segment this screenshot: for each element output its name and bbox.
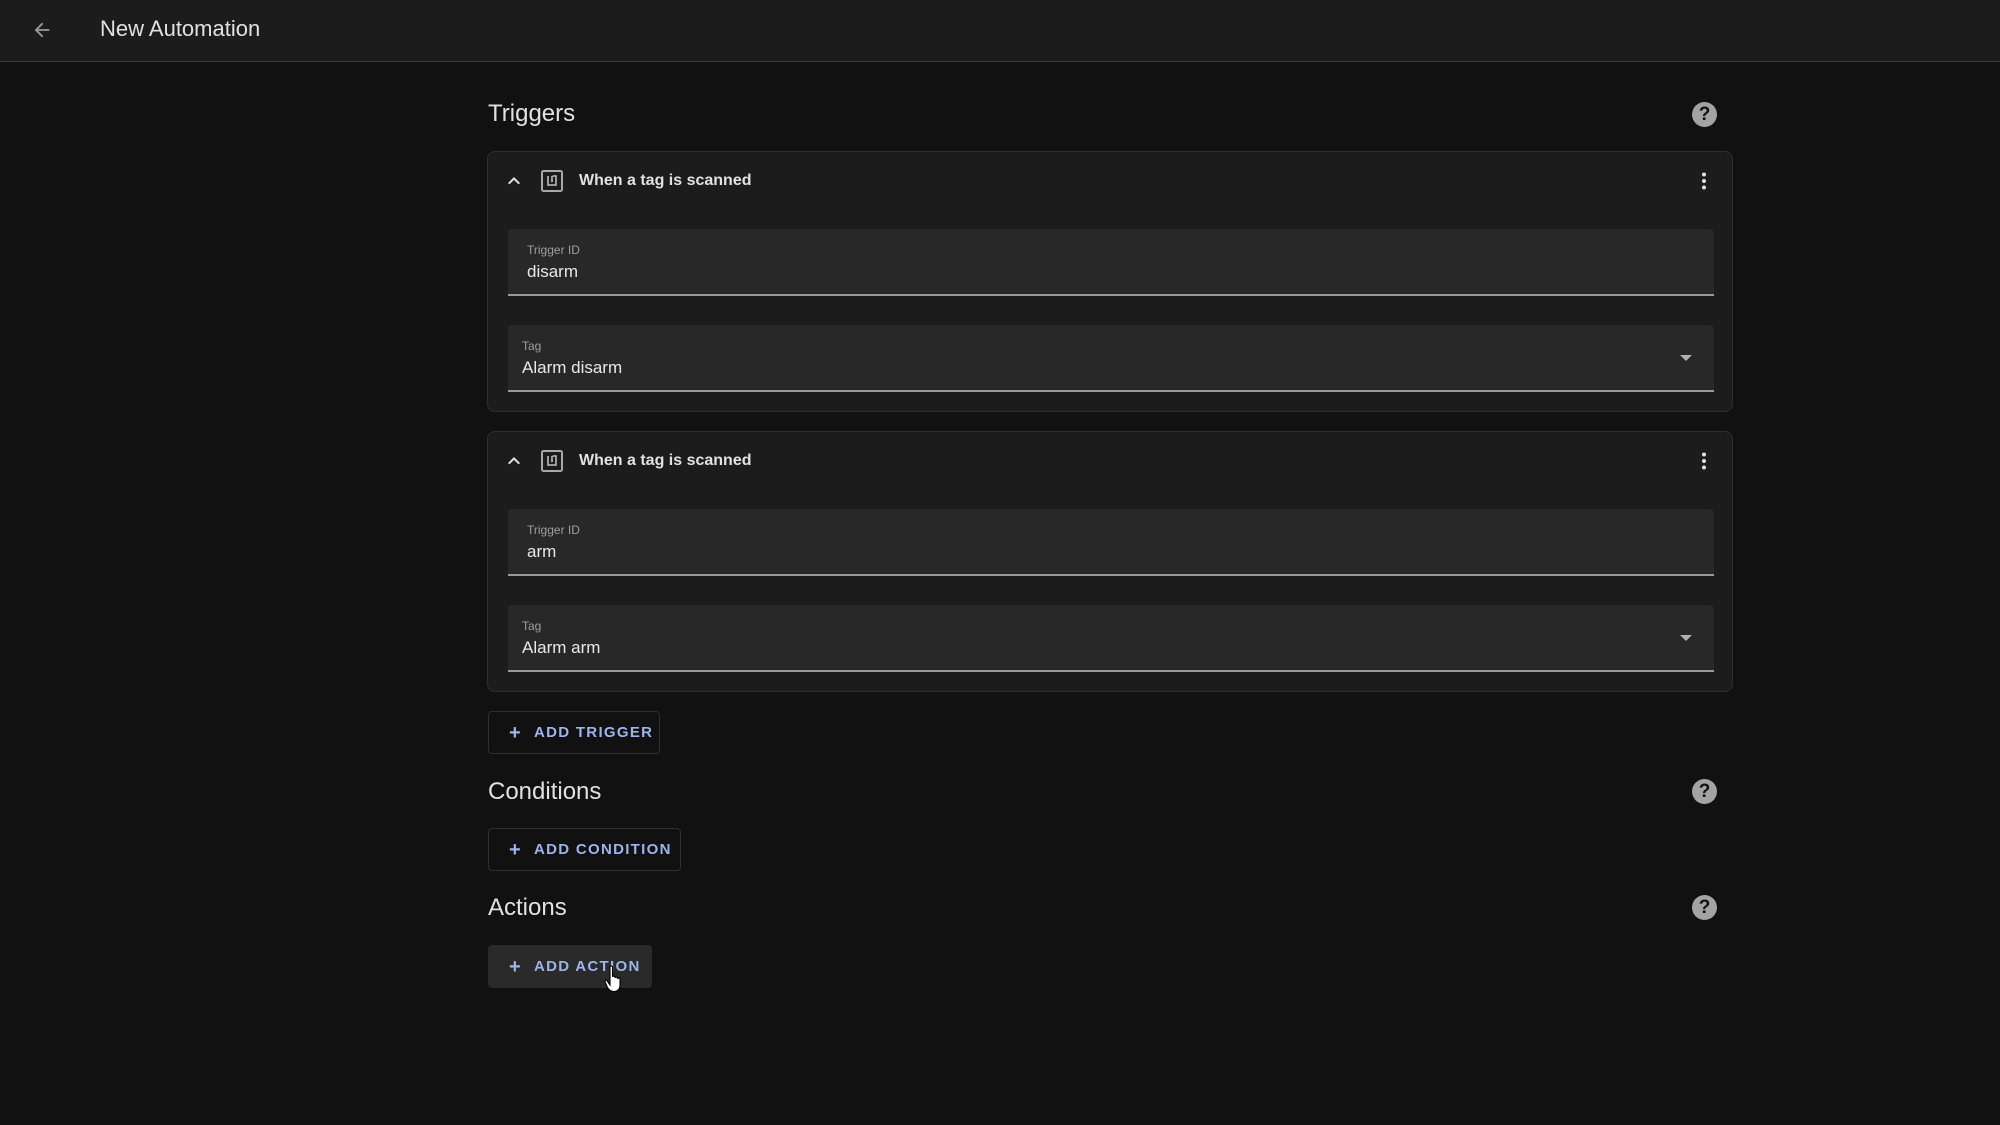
trigger-id-field[interactable]: Trigger ID disarm [508, 229, 1714, 296]
tag-select[interactable]: Tag Alarm disarm [508, 325, 1714, 392]
field-value[interactable]: Alarm arm [522, 638, 600, 658]
back-button[interactable] [22, 10, 62, 50]
section-title-conditions: Conditions [488, 778, 602, 805]
field-label: Tag [522, 619, 542, 633]
add-condition-button[interactable]: + ADD CONDITION [488, 828, 681, 871]
section-title-actions: Actions [488, 894, 567, 921]
dropdown-arrow-icon[interactable] [1680, 635, 1692, 641]
help-circle-icon[interactable]: ? [1692, 895, 1717, 920]
tag-select[interactable]: Tag Alarm arm [508, 605, 1714, 672]
button-label: ADD TRIGGER [533, 724, 654, 741]
trigger-title: When a tag is scanned [579, 172, 752, 189]
more-vertical-icon[interactable] [1692, 169, 1716, 193]
field-label: Tag [522, 339, 542, 353]
trigger-card: When a tag is scanned Trigger ID arm Tag… [487, 431, 1733, 692]
nfc-tag-icon [541, 170, 563, 192]
nfc-tag-icon [541, 450, 563, 472]
trigger-card-header[interactable]: When a tag is scanned [488, 432, 1732, 488]
dropdown-arrow-icon[interactable] [1680, 355, 1692, 361]
field-value[interactable]: arm [527, 542, 556, 562]
chevron-up-icon[interactable] [502, 449, 526, 473]
field-label: Trigger ID [527, 243, 580, 257]
trigger-card: When a tag is scanned Trigger ID disarm … [487, 151, 1733, 412]
arrow-left-icon [34, 22, 50, 38]
help-circle-icon[interactable]: ? [1692, 102, 1717, 127]
trigger-id-field[interactable]: Trigger ID arm [508, 509, 1714, 576]
field-value[interactable]: Alarm disarm [522, 358, 622, 378]
top-app-bar: New Automation [0, 0, 2000, 62]
field-value[interactable]: disarm [527, 262, 578, 282]
button-label: ADD CONDITION [533, 841, 672, 858]
add-action-button[interactable]: + ADD ACTION [488, 945, 652, 988]
trigger-title: When a tag is scanned [579, 452, 752, 469]
more-vertical-icon[interactable] [1692, 449, 1716, 473]
section-title-triggers: Triggers [488, 100, 576, 127]
field-label: Trigger ID [527, 523, 580, 537]
add-trigger-button[interactable]: + ADD TRIGGER [488, 711, 660, 754]
plus-icon: + [509, 838, 522, 861]
plus-icon: + [509, 955, 522, 978]
trigger-card-header[interactable]: When a tag is scanned [488, 152, 1732, 208]
hand-pointer-cursor-icon [604, 965, 621, 993]
plus-icon: + [509, 721, 522, 744]
chevron-up-icon[interactable] [502, 169, 526, 193]
page-title: New Automation [100, 16, 261, 41]
help-circle-icon[interactable]: ? [1692, 779, 1717, 804]
